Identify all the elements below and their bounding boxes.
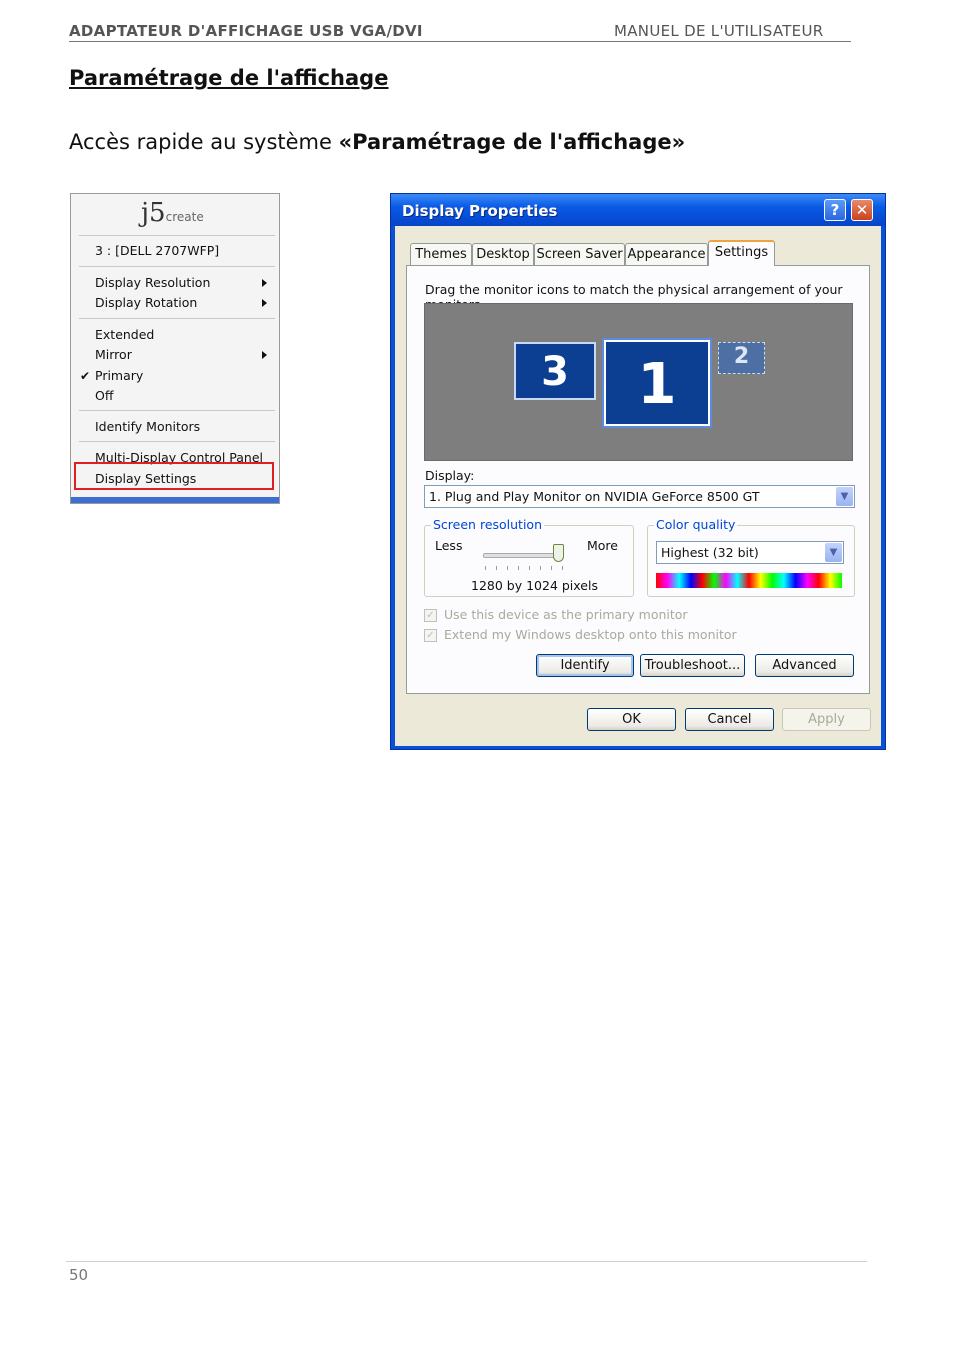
check-icon: ✔ bbox=[80, 369, 91, 383]
resolution-value: 1280 by 1024 pixels bbox=[471, 578, 598, 593]
submenu-arrow-icon bbox=[262, 279, 267, 287]
menu-item-identify-monitors[interactable]: Identify Monitors bbox=[95, 419, 200, 434]
highlight-box bbox=[74, 462, 274, 490]
dialog-title: Display Properties bbox=[402, 202, 558, 220]
menu-item-primary[interactable]: Primary bbox=[95, 368, 143, 383]
monitor-1[interactable]: 1 bbox=[604, 340, 710, 426]
menu-separator bbox=[79, 441, 275, 442]
advanced-button[interactable]: Advanced bbox=[755, 654, 854, 677]
submenu-arrow-icon bbox=[262, 299, 267, 307]
display-select-value: 1. Plug and Play Monitor on NVIDIA GeFor… bbox=[429, 489, 760, 504]
j5-logo: j5create bbox=[141, 198, 204, 228]
menu-item-monitor[interactable]: 3 : [DELL 2707WFP] bbox=[95, 243, 219, 258]
primary-monitor-label: Use this device as the primary monitor bbox=[444, 607, 688, 622]
intro-text: Accès rapide au système «Paramétrage de … bbox=[69, 130, 685, 154]
monitor-3[interactable]: 3 bbox=[514, 342, 596, 400]
extend-desktop-label: Extend my Windows desktop onto this moni… bbox=[444, 627, 737, 642]
menu-item-display-rotation[interactable]: Display Rotation bbox=[95, 295, 197, 310]
intro-prefix: Accès rapide au système bbox=[69, 130, 339, 154]
menu-item-extended[interactable]: Extended bbox=[95, 327, 154, 342]
taskbar-strip bbox=[71, 497, 279, 503]
tab-desktop[interactable]: Desktop bbox=[472, 243, 534, 265]
footer-divider bbox=[66, 1261, 867, 1262]
color-spectrum-bar bbox=[656, 573, 842, 588]
intro-bold: «Paramétrage de l'affichage» bbox=[338, 130, 686, 154]
menu-separator bbox=[79, 318, 275, 319]
tab-appearance[interactable]: Appearance bbox=[625, 243, 708, 265]
menu-item-off[interactable]: Off bbox=[95, 388, 113, 403]
color-quality-value: Highest (32 bit) bbox=[661, 545, 759, 560]
dialog-client: Themes Desktop Screen Saver Appearance S… bbox=[395, 226, 881, 746]
primary-monitor-checkbox[interactable]: ✓ bbox=[424, 609, 437, 622]
display-select[interactable]: 1. Plug and Play Monitor on NVIDIA GeFor… bbox=[424, 485, 855, 508]
color-quality-select[interactable]: Highest (32 bit) ▼ bbox=[656, 541, 844, 564]
monitor-arrangement-area[interactable]: 3 1 2 bbox=[424, 303, 853, 461]
section-title: Paramétrage de l'affichage bbox=[69, 66, 389, 90]
screen-resolution-title: Screen resolution bbox=[431, 517, 545, 532]
identify-button[interactable]: Identify bbox=[536, 654, 634, 677]
resolution-more-label: More bbox=[587, 538, 618, 553]
page-number: 50 bbox=[69, 1266, 89, 1284]
close-icon[interactable]: ✕ bbox=[851, 199, 873, 221]
logo-main: j5 bbox=[141, 198, 166, 228]
extend-desktop-checkbox[interactable]: ✓ bbox=[424, 629, 437, 642]
header-divider bbox=[69, 41, 851, 42]
slider-ticks bbox=[485, 566, 563, 570]
logo-sub: create bbox=[165, 210, 204, 224]
color-quality-title: Color quality bbox=[654, 517, 738, 532]
chevron-down-icon[interactable]: ▼ bbox=[825, 543, 842, 562]
header-manual-title: MANUEL DE L'UTILISATEUR bbox=[614, 22, 824, 40]
cancel-button[interactable]: Cancel bbox=[685, 708, 774, 731]
apply-button[interactable]: Apply bbox=[782, 708, 871, 731]
monitor-2[interactable]: 2 bbox=[718, 342, 765, 374]
menu-separator bbox=[79, 266, 275, 267]
display-properties-dialog: Display Properties ? ✕ Themes Desktop Sc… bbox=[390, 193, 886, 750]
j5-context-menu: j5create 3 : [DELL 2707WFP] Display Reso… bbox=[70, 193, 280, 504]
menu-item-mirror[interactable]: Mirror bbox=[95, 347, 132, 362]
troubleshoot-button[interactable]: Troubleshoot... bbox=[640, 654, 745, 677]
resolution-slider-track[interactable] bbox=[483, 553, 563, 558]
ok-button[interactable]: OK bbox=[587, 708, 676, 731]
submenu-arrow-icon bbox=[262, 351, 267, 359]
help-icon[interactable]: ? bbox=[824, 199, 846, 221]
display-label: Display: bbox=[425, 468, 475, 483]
color-quality-group: Color quality Highest (32 bit) ▼ bbox=[647, 517, 855, 597]
tab-themes[interactable]: Themes bbox=[410, 243, 472, 265]
tab-settings[interactable]: Settings bbox=[708, 240, 775, 266]
chevron-down-icon[interactable]: ▼ bbox=[836, 487, 853, 506]
screen-resolution-group: Screen resolution Less More 1280 by 1024… bbox=[424, 517, 634, 597]
menu-separator bbox=[79, 235, 275, 236]
tab-screen-saver[interactable]: Screen Saver bbox=[534, 243, 625, 265]
menu-item-display-resolution[interactable]: Display Resolution bbox=[95, 275, 210, 290]
dialog-titlebar[interactable]: Display Properties ? ✕ bbox=[391, 194, 885, 226]
settings-panel: Drag the monitor icons to match the phys… bbox=[406, 265, 870, 694]
header-product-title: ADAPTATEUR D'AFFICHAGE USB VGA/DVI bbox=[69, 22, 423, 40]
menu-separator bbox=[79, 410, 275, 411]
resolution-slider-thumb[interactable] bbox=[553, 544, 564, 562]
resolution-less-label: Less bbox=[435, 538, 463, 553]
